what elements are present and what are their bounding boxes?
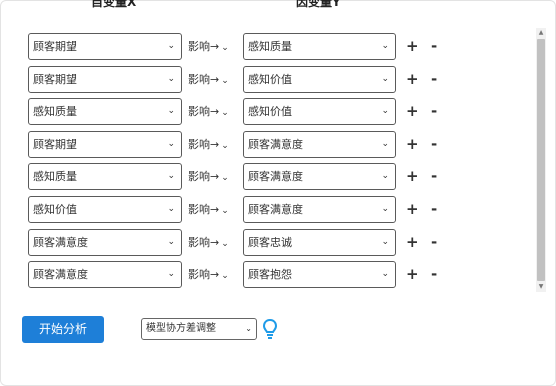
table-row: 感知质量 ⌄ 影响→ ⌄ 顾客满意度 ⌄ + - [28,163,438,191]
chevron-down-icon: ⌄ [167,106,175,117]
chevron-down-icon: ⌄ [381,269,389,280]
table-row: 感知价值 ⌄ 影响→ ⌄ 顾客满意度 ⌄ + - [28,195,438,223]
start-analysis-button[interactable]: 开始分析 [22,316,104,343]
y-variable-select[interactable]: 顾客满意度 ⌄ [243,195,396,223]
x-variable-select[interactable]: 顾客满意度 ⌄ [28,261,182,289]
x-variable-select[interactable]: 顾客期望 ⌄ [28,65,182,93]
add-row-button[interactable]: + [406,261,419,288]
chevron-down-icon: ⌄ [167,203,175,214]
remove-row-button[interactable]: - [431,163,437,190]
x-variable-select[interactable]: 顾客满意度 ⌄ [28,228,182,256]
chevron-down-icon: ⌄ [221,75,229,86]
chevron-down-icon: ⌄ [381,106,389,117]
add-row-button[interactable]: + [406,98,419,125]
relation-select[interactable]: 影响→ ⌄ [188,229,240,256]
chevron-down-icon: ⌄ [167,41,175,51]
chevron-down-icon: ⌄ [221,108,229,119]
scrollbar-thumb[interactable] [537,39,545,281]
table-row: 顾客期望 ⌄ 影响→ ⌄ 感知质量 ⌄ + - [28,33,438,60]
add-row-button[interactable]: + [406,131,419,158]
remove-row-button[interactable]: - [431,33,437,60]
table-row: 顾客期望 ⌄ 影响→ ⌄ 感知价值 ⌄ + - [28,65,438,93]
chevron-down-icon: ⌄ [167,269,175,280]
table-row: 顾客期望 ⌄ 影响→ ⌄ 顾客满意度 ⌄ + - [28,130,438,158]
remove-row-button[interactable]: - [431,229,437,256]
column-headers: 自变量X 因变量Y [0,0,556,22]
relation-select[interactable]: 影响→ ⌄ [188,261,240,288]
relation-select[interactable]: 影响→ ⌄ [188,131,240,158]
remove-row-button[interactable]: - [431,131,437,158]
y-variable-select[interactable]: 顾客满意度 ⌄ [243,130,396,158]
table-row: 顾客满意度 ⌄ 影响→ ⌄ 顾客抱怨 ⌄ + - [28,261,438,289]
header-x: 自变量X [91,0,137,9]
add-row-button[interactable]: + [406,33,419,60]
remove-row-button[interactable]: - [431,196,437,223]
relation-select[interactable]: 影响→ ⌄ [188,196,240,223]
y-variable-select[interactable]: 感知价值 ⌄ [243,98,396,126]
scroll-up-arrow-icon[interactable]: ▲ [536,28,546,38]
header-y: 因变量Y [296,0,341,9]
path-rows: 顾客期望 ⌄ 影响→ ⌄ 感知质量 ⌄ + - 顾客期望 ⌄ 影响→ ⌄ 感知价值 ⌄ + … [28,33,438,294]
x-variable-select[interactable]: 感知质量 ⌄ [28,163,182,191]
add-row-button[interactable]: + [406,229,419,256]
y-variable-select[interactable]: 顾客满意度 ⌄ [243,163,396,191]
chevron-down-icon: ⌄ [221,43,229,53]
chevron-down-icon: ⌄ [381,73,389,84]
chevron-down-icon: ⌄ [167,171,175,182]
remove-row-button[interactable]: - [431,98,437,125]
x-variable-select[interactable]: 顾客期望 ⌄ [28,130,182,158]
relation-select[interactable]: 影响→ ⌄ [188,33,240,60]
remove-row-button[interactable]: - [431,261,437,288]
chevron-down-icon: ⌄ [167,73,175,84]
chevron-down-icon: ⌄ [221,173,229,184]
y-variable-select[interactable]: 顾客忠诚 ⌄ [243,228,396,256]
chevron-down-icon: ⌄ [245,324,252,333]
y-variable-select[interactable]: 顾客抱怨 ⌄ [243,261,396,289]
chevron-down-icon: ⌄ [381,203,389,214]
method-select[interactable]: 模型协方差调整 ⌄ [141,318,257,340]
relation-select[interactable]: 影响→ ⌄ [188,98,240,125]
y-variable-select[interactable]: 感知价值 ⌄ [243,65,396,93]
chevron-down-icon: ⌄ [381,138,389,149]
x-variable-select[interactable]: 顾客期望 ⌄ [28,33,182,60]
scroll-down-arrow-icon[interactable]: ▼ [536,282,546,292]
lightbulb-icon[interactable] [262,318,278,340]
vertical-scrollbar[interactable]: ▲ ▼ [536,28,546,292]
table-row: 顾客满意度 ⌄ 影响→ ⌄ 顾客忠诚 ⌄ + - [28,228,438,256]
chevron-down-icon: ⌄ [381,236,389,247]
remove-row-button[interactable]: - [431,66,437,93]
add-row-button[interactable]: + [406,163,419,190]
chevron-down-icon: ⌄ [167,236,175,247]
add-row-button[interactable]: + [406,66,419,93]
chevron-down-icon: ⌄ [167,138,175,149]
chevron-down-icon: ⌄ [381,171,389,182]
chevron-down-icon: ⌄ [381,41,389,51]
y-variable-select[interactable]: 感知质量 ⌄ [243,33,396,60]
chevron-down-icon: ⌄ [221,238,229,249]
table-row: 感知质量 ⌄ 影响→ ⌄ 感知价值 ⌄ + - [28,98,438,126]
chevron-down-icon: ⌄ [221,271,229,282]
chevron-down-icon: ⌄ [221,205,229,216]
x-variable-select[interactable]: 感知质量 ⌄ [28,98,182,126]
add-row-button[interactable]: + [406,196,419,223]
relation-select[interactable]: 影响→ ⌄ [188,163,240,190]
relation-select[interactable]: 影响→ ⌄ [188,66,240,93]
x-variable-select[interactable]: 感知价值 ⌄ [28,195,182,223]
chevron-down-icon: ⌄ [221,140,229,151]
